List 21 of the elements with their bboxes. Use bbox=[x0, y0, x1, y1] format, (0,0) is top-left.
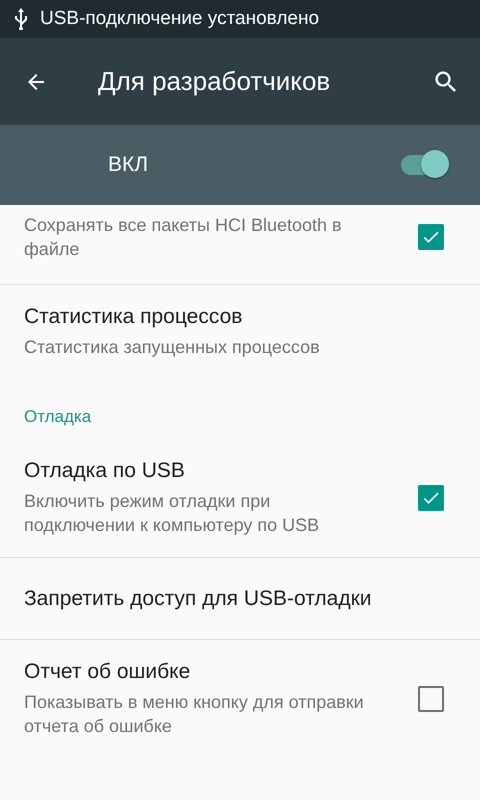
setting-summary: Сохранять все пакеты HCI Bluetooth в файле bbox=[24, 214, 343, 260]
setting-row[interactable]: Статистика процессов Статистика запущенных процессов bbox=[0, 285, 480, 379]
setting-title: Статистика процессов bbox=[24, 305, 244, 329]
checkbox[interactable] bbox=[418, 485, 444, 511]
setting-title: Отладка по USB bbox=[24, 459, 186, 483]
setting-summary: Статистика запущенных процессов bbox=[24, 336, 321, 359]
checkbox[interactable] bbox=[418, 686, 444, 712]
switch-label: ВКЛ bbox=[108, 153, 150, 177]
usb-icon bbox=[14, 8, 28, 30]
setting-summary: Показывать в меню кнопку для отправки отчета об ошибке bbox=[24, 691, 365, 738]
window-title: Для разработчиков bbox=[98, 66, 332, 97]
status-text: USB-подключение установлено bbox=[40, 8, 320, 30]
setting-row[interactable]: Запретить доступ для USB-отладки bbox=[0, 558, 480, 640]
setting-row[interactable]: Отладка по USB Включить режим отладки при подключении к компьютеру по USB bbox=[0, 439, 480, 558]
setting-row[interactable]: Отчет об ошибке Показывать в меню кнопку для отправки отчета об ошибке bbox=[0, 640, 480, 758]
setting-summary: Включить режим отладки при подключении к компьютеру по USB bbox=[24, 490, 320, 537]
setting-row[interactable]: Сохранять все пакеты HCI Bluetooth в файле bbox=[0, 205, 480, 285]
category-header: Отладка bbox=[23, 406, 92, 428]
setting-title: Отчет об ошибке bbox=[24, 660, 192, 684]
setting-title: Запретить доступ для USB-отладки bbox=[24, 586, 372, 610]
checkbox[interactable] bbox=[418, 224, 444, 250]
